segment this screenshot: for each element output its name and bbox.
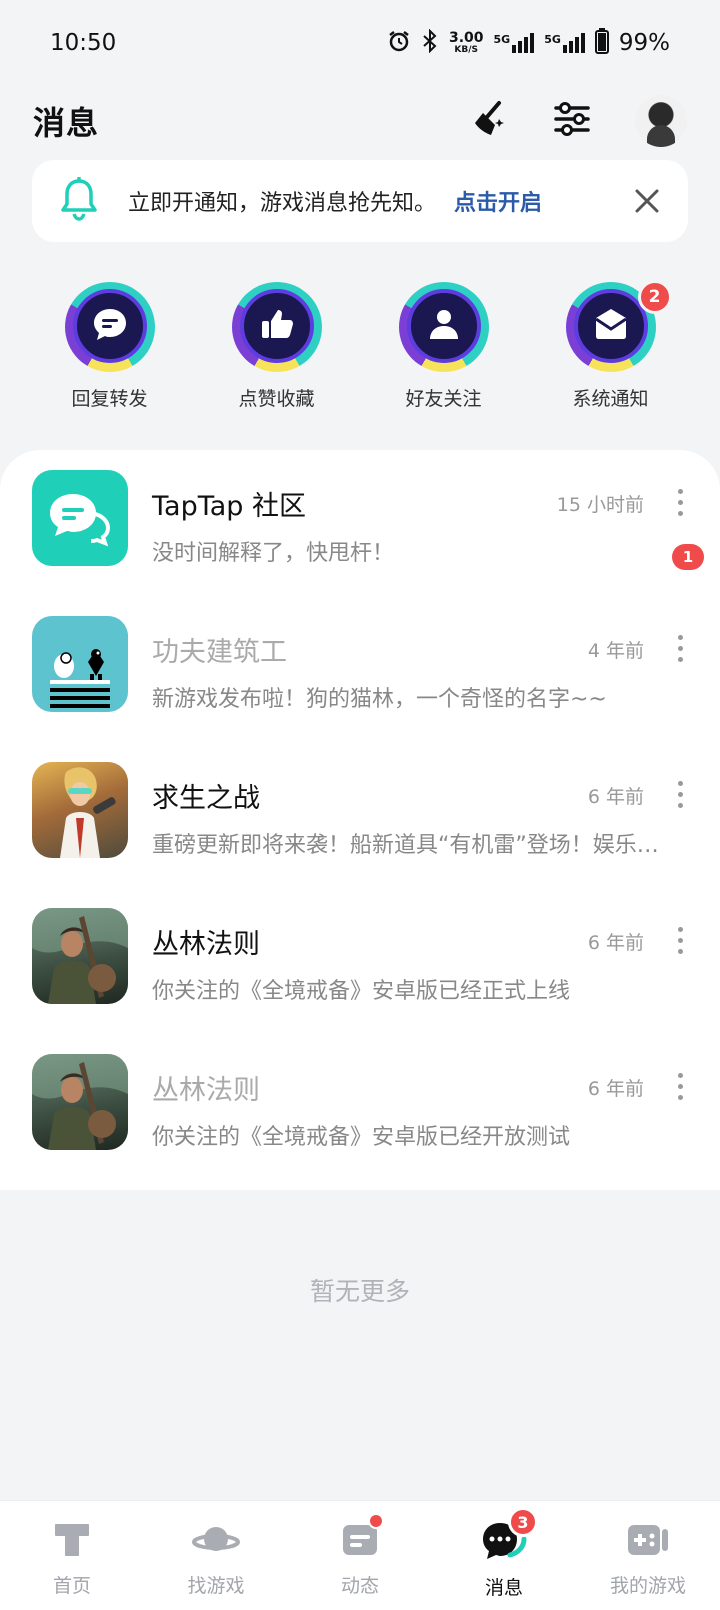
page-title: 消息 xyxy=(33,104,100,142)
alarm-icon xyxy=(387,29,411,57)
message-preview: 没时间解释了，快甩杆！ xyxy=(152,541,395,566)
battery-icon xyxy=(594,28,609,58)
planet-icon xyxy=(192,1519,240,1563)
nav-item-my-games[interactable]: 我的游戏 xyxy=(576,1501,720,1610)
nav-item-messages[interactable]: 3 消息 xyxy=(432,1501,576,1610)
status-icons: 3.00 KB/S 5G 5G 99% xyxy=(387,28,670,58)
status-bar: 10:50 3.00 KB/S 5G 5G 99% xyxy=(0,0,720,86)
category-system[interactable]: 2 系统通知 xyxy=(546,280,676,422)
more-options-icon[interactable] xyxy=(672,630,688,666)
nav-item-find-games[interactable]: 找游戏 xyxy=(144,1501,288,1610)
battery-percentage: 99% xyxy=(618,30,670,56)
settings-sliders-icon[interactable] xyxy=(553,100,591,142)
message-time: 6 年前 xyxy=(587,1078,644,1100)
envelope-icon xyxy=(591,304,631,348)
list-item[interactable]: 求生之战 重磅更新即将来袭！船新道具“有机雷”登场！娱乐模式上线 6 年前 xyxy=(0,762,720,908)
home-icon xyxy=(52,1519,92,1563)
more-options-icon[interactable] xyxy=(672,1068,688,1104)
message-body: 丛林法则 你关注的《全境戒备》安卓版已经正式上线 6 年前 xyxy=(152,908,688,1054)
thumbs-up-icon xyxy=(257,304,297,348)
unread-badge: 1 xyxy=(672,544,704,570)
message-preview: 新游戏发布啦！狗的猫林，一个奇怪的名字~~ xyxy=(152,687,607,712)
more-options-icon[interactable] xyxy=(672,776,688,812)
avatar[interactable] xyxy=(635,95,687,147)
list-item[interactable]: 丛林法则 你关注的《全境戒备》安卓版已经开放测试 6 年前 xyxy=(0,1054,720,1200)
category-badge: 2 xyxy=(637,280,672,314)
chat-bubble-icon xyxy=(90,304,130,348)
nav-label: 首页 xyxy=(52,1575,91,1597)
category-follows[interactable]: 好友关注 xyxy=(379,282,509,422)
category-icon-wrap xyxy=(231,282,322,372)
network-speed-value: 3.00 xyxy=(448,29,484,46)
survival-war-icon xyxy=(32,762,128,858)
nav-label: 我的游戏 xyxy=(609,1575,686,1597)
nav-label: 消息 xyxy=(484,1577,523,1599)
message-preview: 重磅更新即将来袭！船新道具“有机雷”登场！娱乐模式上线 xyxy=(152,833,662,858)
status-time: 10:50 xyxy=(50,30,117,56)
nav-label: 动态 xyxy=(340,1575,379,1597)
network-speed: 3.00 KB/S xyxy=(449,31,484,56)
message-body: 丛林法则 你关注的《全境戒备》安卓版已经开放测试 6 年前 xyxy=(152,1054,688,1200)
person-icon xyxy=(424,304,464,348)
jungle-law-icon xyxy=(32,1054,128,1150)
bottom-nav: 首页 找游戏 动态 3 消息 我的游戏 xyxy=(0,1500,720,1610)
bell-icon xyxy=(60,176,98,225)
kungfu-builder-icon xyxy=(32,616,128,712)
category-label: 回复转发 xyxy=(71,388,148,410)
nav-badge: 3 xyxy=(508,1507,538,1537)
notice-text: 立即开通知，游戏消息抢先知。 xyxy=(128,191,437,216)
nav-label: 找游戏 xyxy=(187,1575,245,1597)
jungle-law-icon xyxy=(32,908,128,1004)
signal-icon-2: 5G xyxy=(544,33,585,53)
category-replies[interactable]: 回复转发 xyxy=(45,282,175,422)
category-icon-wrap xyxy=(64,282,155,372)
category-label: 点赞收藏 xyxy=(238,388,315,410)
list-item[interactable]: 丛林法则 你关注的《全境戒备》安卓版已经正式上线 6 年前 xyxy=(0,908,720,1054)
header: 消息 xyxy=(0,86,720,156)
message-categories: 回复转发 点赞收藏 好友关注 2 系统通知 xyxy=(0,280,720,422)
bluetooth-icon xyxy=(421,28,439,57)
message-time: 6 年前 xyxy=(587,932,644,954)
message-body: TapTap 社区 没时间解释了，快甩杆！ 15 小时前 1 xyxy=(152,470,704,616)
category-icon-wrap xyxy=(398,282,489,372)
message-body: 求生之战 重磅更新即将来袭！船新道具“有机雷”登场！娱乐模式上线 6 年前 xyxy=(152,762,688,908)
clean-broom-icon[interactable] xyxy=(469,99,509,143)
message-time: 4 年前 xyxy=(587,640,644,662)
notification-dot xyxy=(368,1513,384,1529)
taptap-community-icon xyxy=(32,470,128,566)
message-time: 6 年前 xyxy=(587,786,644,808)
category-label: 系统通知 xyxy=(572,388,649,410)
header-actions xyxy=(469,95,687,147)
notification-banner: 立即开通知，游戏消息抢先知。 点击开启 xyxy=(32,160,688,242)
more-options-icon[interactable] xyxy=(672,484,688,520)
network-speed-unit: KB/S xyxy=(454,44,479,55)
category-likes[interactable]: 点赞收藏 xyxy=(212,282,342,422)
message-list: TapTap 社区 没时间解释了，快甩杆！ 15 小时前 1 功夫建筑工 新游戏… xyxy=(0,450,720,1190)
network-type-label-2: 5G xyxy=(544,33,561,46)
message-preview: 你关注的《全境戒备》安卓版已经正式上线 xyxy=(152,979,571,1004)
nav-item-feed[interactable]: 动态 xyxy=(288,1501,432,1610)
nav-item-home[interactable]: 首页 xyxy=(0,1501,144,1610)
more-options-icon[interactable] xyxy=(672,922,688,958)
no-more-text: 暂无更多 xyxy=(309,1277,410,1306)
close-icon[interactable] xyxy=(634,188,660,214)
gamepad-icon xyxy=(624,1519,672,1563)
category-label: 好友关注 xyxy=(405,388,482,410)
list-item[interactable]: TapTap 社区 没时间解释了，快甩杆！ 15 小时前 1 xyxy=(0,470,720,616)
signal-icon: 5G xyxy=(494,33,535,53)
network-type-label: 5G xyxy=(493,33,511,46)
enable-notifications-link[interactable]: 点击开启 xyxy=(454,185,542,217)
message-preview: 你关注的《全境戒备》安卓版已经开放测试 xyxy=(152,1125,571,1150)
message-body: 功夫建筑工 新游戏发布啦！狗的猫林，一个奇怪的名字~~ 4 年前 xyxy=(152,616,688,762)
message-time: 15 小时前 xyxy=(556,494,644,516)
list-item[interactable]: 功夫建筑工 新游戏发布啦！狗的猫林，一个奇怪的名字~~ 4 年前 xyxy=(0,616,720,762)
